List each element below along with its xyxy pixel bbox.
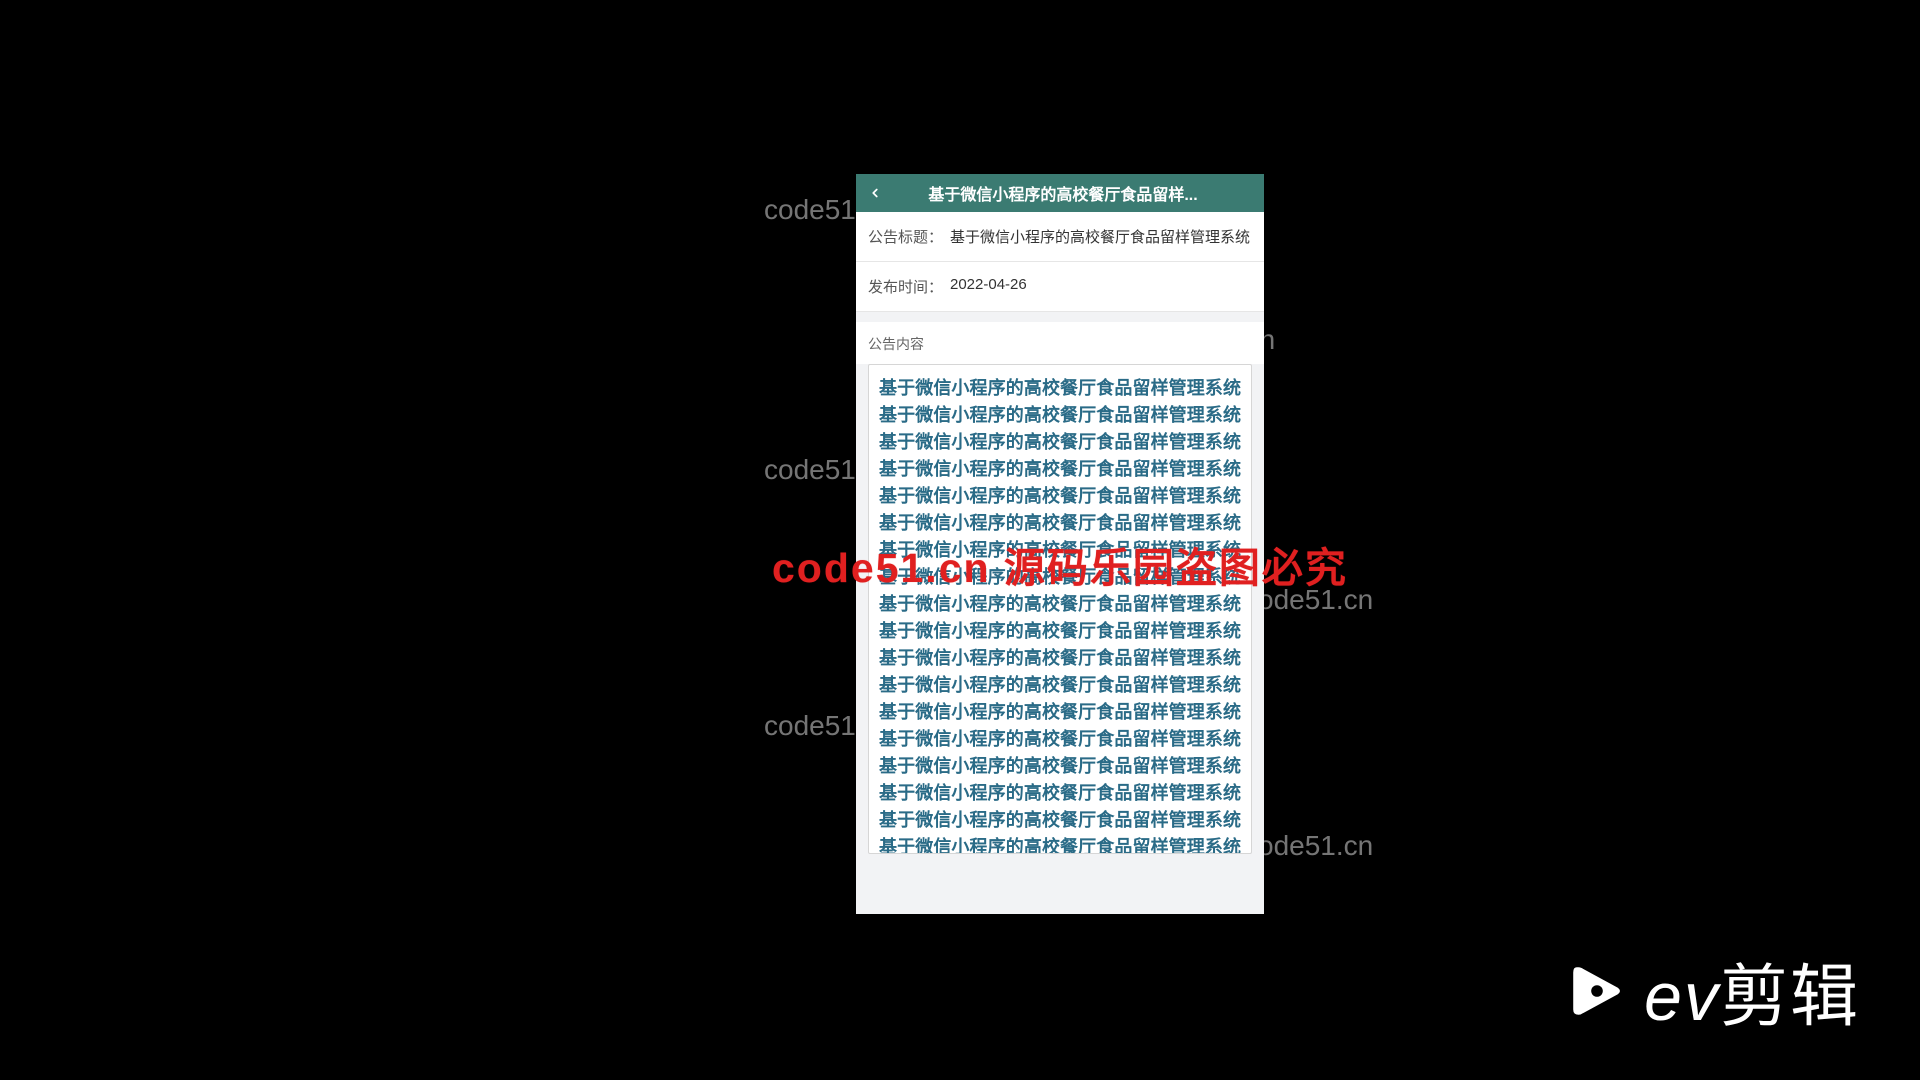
section-gap — [856, 312, 1264, 322]
content-box[interactable]: 基于微信小程序的高校餐厅食品留样管理系统基于微信小程序的高校餐厅食品留样管理系统… — [868, 364, 1252, 854]
publish-time-label: 发布时间： — [868, 276, 950, 297]
announcement-body: 基于微信小程序的高校餐厅食品留样管理系统基于微信小程序的高校餐厅食品留样管理系统… — [879, 375, 1241, 854]
publish-time-row: 发布时间： 2022-04-26 — [856, 262, 1264, 312]
app-header: 基于微信小程序的高校餐厅食品留样... — [856, 174, 1264, 212]
play-icon — [1568, 962, 1626, 1020]
announcement-title-label: 公告标题： — [868, 226, 950, 247]
ev-logo: ev剪辑 — [1568, 941, 1860, 1040]
page-title: 基于微信小程序的高校餐厅食品留样... — [892, 181, 1256, 205]
ev-logo-text: ev剪辑 — [1644, 941, 1860, 1040]
back-icon[interactable] — [864, 182, 886, 204]
announcement-title-value: 基于微信小程序的高校餐厅食品留样管理系统 — [950, 226, 1252, 247]
phone-window: 基于微信小程序的高校餐厅食品留样... 公告标题： 基于微信小程序的高校餐厅食品… — [856, 174, 1264, 914]
content-section-label: 公告内容 — [856, 322, 1264, 364]
video-frame: code51.cn code51.cn code51.cn code51.cn … — [96, 0, 1824, 972]
announcement-title-row: 公告标题： 基于微信小程序的高校餐厅食品留样管理系统 — [856, 212, 1264, 262]
publish-time-value: 2022-04-26 — [950, 276, 1252, 297]
